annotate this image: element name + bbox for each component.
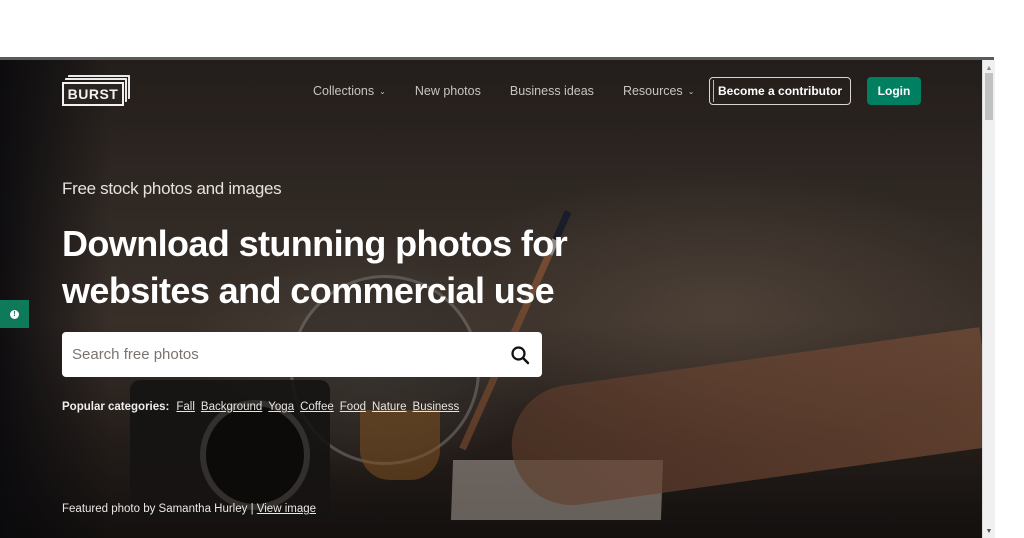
featured-photo-credit: Featured photo by Samantha Hurley | View… bbox=[62, 503, 316, 515]
category-link-nature[interactable]: Nature bbox=[372, 401, 407, 413]
category-link-fall[interactable]: Fall bbox=[176, 401, 195, 413]
burst-logo[interactable]: BURST bbox=[62, 75, 130, 107]
feedback-tab[interactable]: ! bbox=[0, 300, 29, 328]
main-nav: Collections ⌄ New photos Business ideas … bbox=[313, 78, 728, 104]
scrollbar-thumb[interactable] bbox=[985, 73, 993, 120]
category-link-coffee[interactable]: Coffee bbox=[300, 401, 334, 413]
nav-resources-label: Resources bbox=[622, 84, 683, 98]
nav-business-ideas-label: Business ideas bbox=[509, 84, 594, 98]
search-icon[interactable] bbox=[510, 345, 530, 365]
hero-headline: Download stunning photos for websites an… bbox=[62, 220, 622, 314]
search-bar bbox=[62, 332, 542, 377]
nav-business-ideas[interactable]: Business ideas bbox=[510, 84, 594, 98]
nav-collections[interactable]: Collections ⌄ bbox=[313, 84, 386, 98]
hero-headline-line-1: Download stunning photos for bbox=[62, 223, 568, 264]
search-input[interactable] bbox=[72, 346, 510, 363]
featured-photo-text: Featured photo by Samantha Hurley | bbox=[62, 503, 254, 515]
login-button[interactable]: Login bbox=[867, 77, 921, 105]
popular-categories: Popular categories: Fall Background Yoga… bbox=[62, 401, 465, 413]
hero-headline-line-2: websites and commercial use bbox=[62, 270, 555, 311]
info-icon: ! bbox=[10, 309, 19, 319]
category-link-background[interactable]: Background bbox=[201, 401, 262, 413]
page-viewport: BURST Collections ⌄ New photos Business … bbox=[0, 60, 982, 538]
vertical-scrollbar[interactable]: ▲ ▼ bbox=[982, 60, 995, 538]
scroll-down-arrow-icon[interactable]: ▼ bbox=[983, 526, 995, 536]
nav-new-photos[interactable]: New photos bbox=[415, 84, 481, 98]
become-contributor-button[interactable]: Become a contributor bbox=[709, 77, 851, 105]
chevron-down-icon: ⌄ bbox=[379, 86, 386, 96]
nav-collections-label: Collections bbox=[313, 84, 375, 98]
nav-resources[interactable]: Resources ⌄ bbox=[623, 84, 694, 98]
category-link-food[interactable]: Food bbox=[340, 401, 366, 413]
category-link-yoga[interactable]: Yoga bbox=[268, 401, 294, 413]
logo-text: BURST bbox=[62, 82, 124, 106]
hero-subtitle: Free stock photos and images bbox=[62, 179, 282, 198]
view-image-link[interactable]: View image bbox=[257, 503, 316, 515]
nav-new-photos-label: New photos bbox=[414, 84, 481, 98]
popular-categories-label: Popular categories: bbox=[62, 401, 170, 413]
chevron-down-icon: ⌄ bbox=[687, 86, 695, 96]
category-link-business[interactable]: Business bbox=[413, 401, 460, 413]
scroll-up-arrow-icon[interactable]: ▲ bbox=[983, 63, 995, 73]
window-top-area bbox=[0, 0, 1024, 57]
